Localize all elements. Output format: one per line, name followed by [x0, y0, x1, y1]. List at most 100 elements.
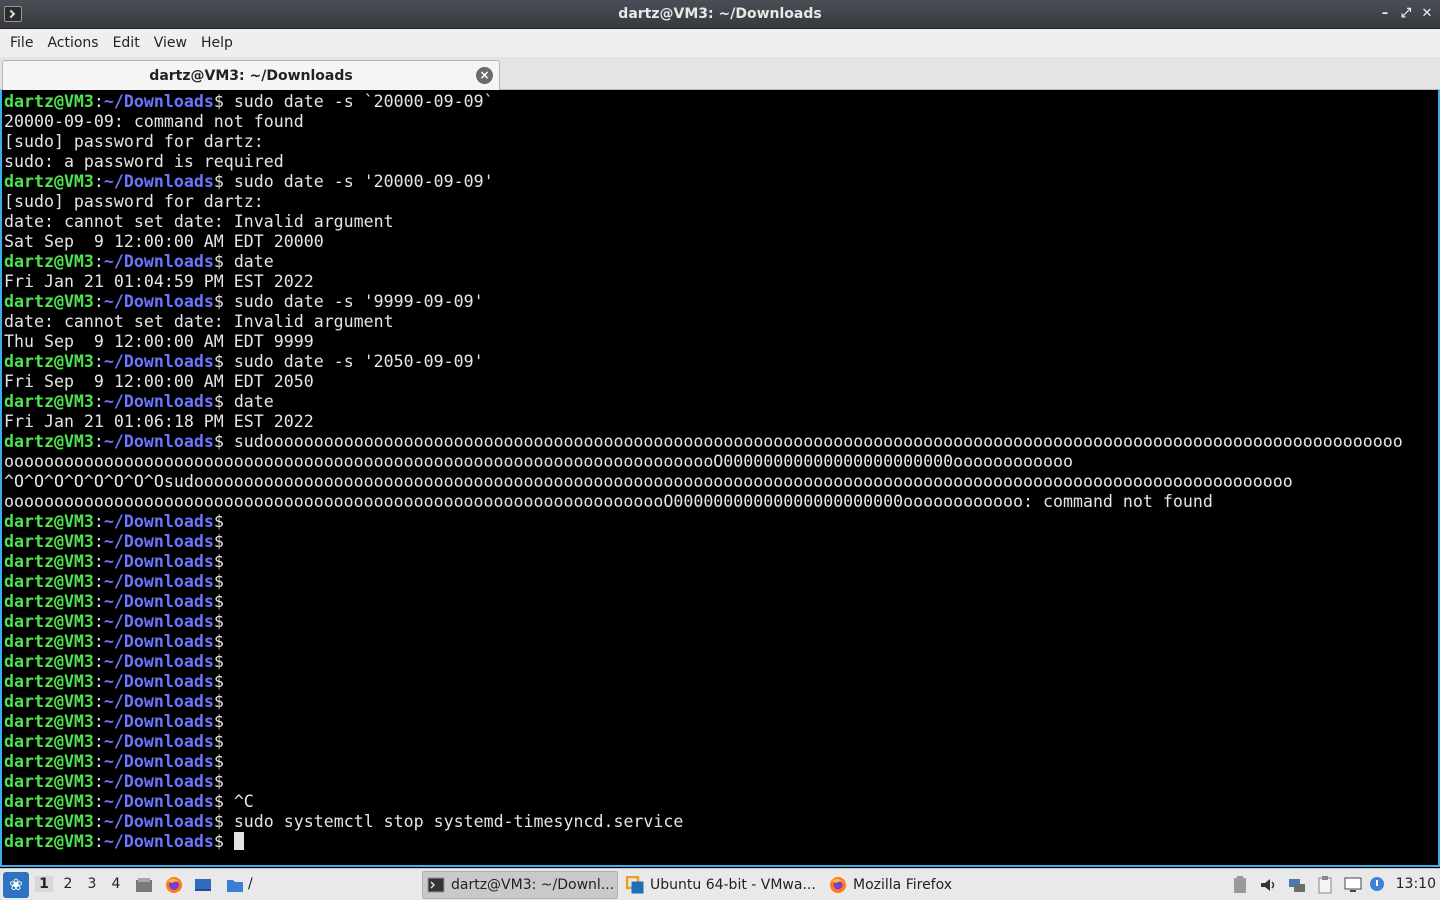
- minimize-icon[interactable]: –: [1377, 5, 1393, 23]
- terminal-output-line: 20000-09-09: command not found: [4, 112, 1403, 132]
- prompt-path: ~/Downloads: [103, 832, 214, 851]
- prompt-path: ~/Downloads: [103, 252, 214, 271]
- prompt-path: ~/Downloads: [103, 552, 214, 571]
- workspace-2[interactable]: 2: [59, 876, 77, 892]
- network-icon[interactable]: [1287, 875, 1307, 895]
- prompt-colon: :: [93, 512, 104, 531]
- prompt-path: ~/Downloads: [103, 692, 214, 711]
- prompt-dollar: $: [213, 632, 224, 651]
- menu-edit[interactable]: Edit: [106, 29, 147, 57]
- prompt-dollar: $: [213, 572, 224, 591]
- close-icon[interactable]: ✕: [1419, 5, 1435, 23]
- command-text: [224, 832, 234, 851]
- start-menu-icon[interactable]: ❀: [3, 872, 29, 898]
- prompt-colon: :: [93, 732, 104, 751]
- prompt-dollar: $: [213, 812, 224, 831]
- terminal-output: dartz@VM3:~/Downloads$ sudo date -s `200…: [4, 92, 1403, 852]
- folder-icon[interactable]: [225, 875, 245, 895]
- prompt-path: ~/Downloads: [103, 812, 214, 831]
- task-vmware[interactable]: Ubuntu 64-bit - VMwa...: [622, 871, 822, 899]
- prompt-user-host: dartz@VM3: [4, 832, 94, 851]
- task-label: Ubuntu 64-bit - VMwa...: [650, 877, 816, 893]
- prompt-dollar: $: [213, 612, 224, 631]
- display-icon[interactable]: [1343, 875, 1363, 895]
- prompt-dollar: $: [213, 432, 224, 451]
- prompt-path: ~/Downloads: [103, 792, 214, 811]
- notification-icon[interactable]: [1368, 875, 1388, 895]
- menu-view[interactable]: View: [147, 29, 194, 57]
- menu-file[interactable]: File: [3, 29, 40, 57]
- prompt-user-host: dartz@VM3: [4, 652, 94, 671]
- terminal-output-line: Sat Sep 9 12:00:00 AM EDT 20000: [4, 232, 1403, 252]
- prompt-user-host: dartz@VM3: [4, 752, 94, 771]
- prompt-user-host: dartz@VM3: [4, 572, 94, 591]
- command-text: sudo date -s '9999-09-09': [223, 292, 484, 311]
- prompt-path: ~/Downloads: [103, 772, 214, 791]
- prompt-user-host: dartz@VM3: [4, 592, 94, 611]
- prompt-colon: :: [93, 592, 104, 611]
- terminal-prompt-line: dartz@VM3:~/Downloads$: [4, 732, 1403, 752]
- prompt-dollar: $: [213, 792, 224, 811]
- prompt-dollar: $: [213, 292, 224, 311]
- prompt-dollar: $: [213, 592, 224, 611]
- file-manager-icon[interactable]: [134, 875, 154, 895]
- firefox-icon[interactable]: [164, 875, 184, 895]
- prompt-colon: :: [93, 532, 104, 551]
- tab-close-icon[interactable]: ×: [476, 67, 493, 84]
- desktop-icon[interactable]: [193, 875, 213, 895]
- text-cursor: [233, 832, 244, 850]
- restore-icon[interactable]: ⤢: [1398, 5, 1414, 23]
- prompt-user-host: dartz@VM3: [4, 812, 94, 831]
- menu-help[interactable]: Help: [194, 29, 240, 57]
- terminal-output-line: [sudo] password for dartz:: [4, 132, 1403, 152]
- command-text: date: [223, 392, 274, 411]
- prompt-dollar: $: [213, 512, 224, 531]
- terminal-prompt-line: dartz@VM3:~/Downloads$: [4, 572, 1403, 592]
- prompt-user-host: dartz@VM3: [4, 532, 94, 551]
- prompt-dollar: $: [213, 172, 224, 191]
- prompt-path: ~/Downloads: [103, 92, 214, 111]
- prompt-path: ~/Downloads: [103, 732, 214, 751]
- clock[interactable]: 13:10: [1396, 876, 1436, 892]
- menu-actions[interactable]: Actions: [40, 29, 105, 57]
- prompt-dollar: $: [213, 692, 224, 711]
- terminal-output-line: date: cannot set date: Invalid argument: [4, 312, 1403, 332]
- prompt-colon: :: [93, 352, 104, 371]
- output-text: [sudo] password for dartz:: [4, 192, 264, 211]
- task-terminal[interactable]: dartz@VM3: ~/Downl...: [422, 871, 618, 899]
- workspace-4[interactable]: 4: [107, 876, 125, 892]
- prompt-colon: :: [93, 292, 104, 311]
- terminal-prompt-line: dartz@VM3:~/Downloads$: [4, 612, 1403, 632]
- prompt-path: ~/Downloads: [103, 612, 214, 631]
- workspace-1[interactable]: 1: [35, 876, 53, 892]
- prompt-colon: :: [93, 392, 104, 411]
- prompt-dollar: $: [213, 352, 224, 371]
- volume-icon[interactable]: [1258, 875, 1278, 895]
- terminal-view[interactable]: dartz@VM3:~/Downloads$ sudo date -s `200…: [0, 90, 1440, 867]
- prompt-colon: :: [93, 792, 104, 811]
- clipboard-icon[interactable]: [1315, 875, 1335, 895]
- prompt-path: ~/Downloads: [103, 352, 214, 371]
- terminal-prompt-line: dartz@VM3:~/Downloads$: [4, 652, 1403, 672]
- terminal-app-icon[interactable]: [4, 6, 22, 22]
- battery-icon[interactable]: [1230, 875, 1250, 895]
- task-firefox[interactable]: Mozilla Firefox: [825, 871, 985, 899]
- terminal-prompt-line: dartz@VM3:~/Downloads$: [4, 632, 1403, 652]
- prompt-user-host: dartz@VM3: [4, 92, 94, 111]
- firefox-icon: [830, 877, 846, 893]
- prompt-colon: :: [93, 612, 104, 631]
- prompt-path: ~/Downloads: [103, 532, 214, 551]
- folder-path-label[interactable]: /: [248, 876, 253, 892]
- prompt-path: ~/Downloads: [103, 172, 214, 191]
- workspace-3[interactable]: 3: [83, 876, 101, 892]
- terminal-icon: [427, 877, 445, 893]
- terminal-prompt-line: dartz@VM3:~/Downloads$: [4, 692, 1403, 712]
- prompt-user-host: dartz@VM3: [4, 772, 94, 791]
- prompt-user-host: dartz@VM3: [4, 512, 94, 531]
- terminal-output-line: date: cannot set date: Invalid argument: [4, 212, 1403, 232]
- prompt-user-host: dartz@VM3: [4, 552, 94, 571]
- prompt-user-host: dartz@VM3: [4, 392, 94, 411]
- terminal-prompt-line: dartz@VM3:~/Downloads$ sudo date -s `200…: [4, 92, 1403, 112]
- prompt-dollar: $: [213, 772, 224, 791]
- tab-terminal[interactable]: dartz@VM3: ~/Downloads ×: [2, 60, 500, 90]
